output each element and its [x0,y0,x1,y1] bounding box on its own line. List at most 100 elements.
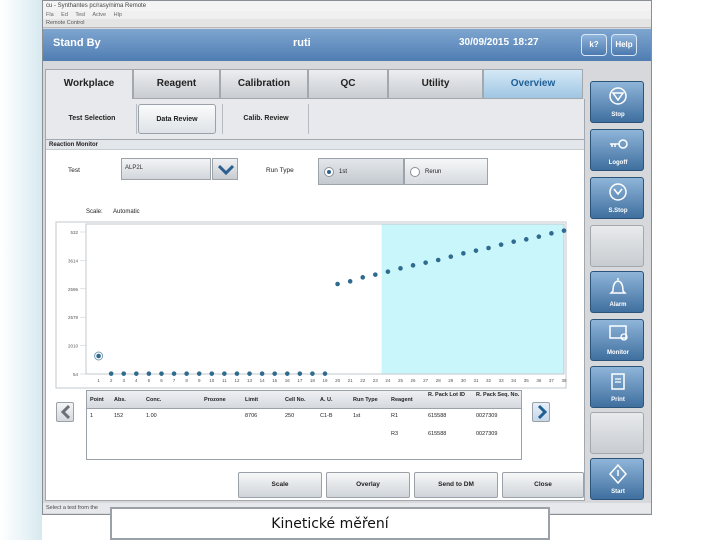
tab-qc[interactable]: QC [308,69,388,99]
data-point [209,371,215,376]
reaction-data-table: Point Abs. Conc. Prozone Limit Cell No. … [86,390,522,460]
col-limit: Limit [245,397,259,403]
data-point [435,257,441,263]
menu-item[interactable]: Fla [46,12,54,18]
reaction-chart: 5323614259625782010541 2 3 4 5 6 7 8 9 10 11 12 13 14… [55,221,567,389]
monitor-label: Monitor [607,350,629,356]
scale-button[interactable]: Scale [238,472,322,498]
time-display: 18:27 [513,37,539,48]
cell-run-type: 1st [353,413,361,419]
x-tick-label: 15 [272,378,278,383]
cell-point: 1 [90,413,94,419]
context-help-button[interactable]: k? [581,34,607,56]
tab-workplace[interactable]: Workplace [45,69,133,101]
y-tick-label: 532 [70,230,78,235]
x-tick-label: 20 [335,378,341,383]
print-button[interactable]: Print [590,366,644,408]
cell-limit: 8706 [245,413,258,419]
data-point [373,272,378,277]
close-button[interactable]: Close [502,472,584,498]
tab-calibration[interactable]: Calibration [220,69,308,99]
y-tick-label: 3614 [68,258,79,263]
window-menu: Fla Ed Tesl Actve Hlp [43,11,651,19]
left-gradient-band [0,0,42,540]
data-point [536,234,542,239]
logoff-button[interactable]: Logoff [590,129,644,171]
data-point [410,263,416,268]
x-tick-label: 26 [411,378,417,383]
sampling-stop-button[interactable]: S.Stop [590,177,644,219]
x-tick-label: 38 [561,378,567,383]
y-tick-label: 54 [73,372,79,377]
data-point [335,281,340,287]
data-point [423,260,428,265]
data-point [121,371,127,376]
menu-item[interactable]: Hlp [114,12,122,18]
window-title: cu - Synthantes pc/rasy/nima Remote [43,1,651,11]
col-rpack-lot: R. Pack Lot ID [428,392,465,398]
send-to-dm-button[interactable]: Send to DM [414,472,498,498]
chart-highlight-window [381,224,564,374]
menu-item[interactable]: Tesl [75,12,85,18]
col-abs: Abs. [114,397,126,403]
x-tick-label: 14 [260,378,266,383]
x-tick-label: 12 [234,378,240,383]
monitor-button[interactable]: Monitor [590,319,644,361]
help-button[interactable]: Help [611,34,637,56]
alarm-button[interactable]: Alarm [590,271,644,313]
tab-overview[interactable]: Overview [483,69,583,99]
start-button[interactable]: Start [590,458,644,500]
monitor-icon [609,325,628,341]
data-point [146,371,152,376]
sampling-stop-label: S.Stop [608,208,628,214]
alarm-label: Alarm [609,302,627,308]
chevron-left-icon [60,404,71,420]
cell-conc: 1.00 [146,413,157,419]
x-tick-label: 21 [348,378,354,383]
overlay-button[interactable]: Overlay [326,472,410,498]
col-prozone: Prozone [204,397,226,403]
table-row[interactable]: 1 152 1.00 8706 250 C1-B 1st R1 615588 0… [87,413,521,425]
x-tick-label: 29 [448,378,454,383]
data-point [549,231,554,236]
col-point: Point [90,397,104,403]
cell-rpack-lot: 615588 [428,413,447,419]
tab-reagent[interactable]: Reagent [133,69,220,99]
x-tick-label: 24 [385,378,391,383]
y-tick-label: 2578 [68,315,79,320]
table-row[interactable]: R3 615588 0027309 [87,431,521,443]
context-help-icon: k? [589,40,599,49]
data-point [184,371,189,376]
date-display: 30/09/2015 [459,37,510,48]
subtab-test-selection[interactable]: Test Selection [52,104,132,134]
next-page-button[interactable] [532,402,550,422]
x-tick-label: 13 [247,378,253,383]
analyzer-status: Stand By [53,37,101,49]
window-subtitle: Remote Control [43,19,651,28]
menu-item[interactable]: Actve [92,12,106,18]
data-point [461,251,466,256]
x-tick-label: 23 [373,378,379,383]
x-tick-label: 16 [285,378,291,383]
cell-reagent: R3 [391,431,399,437]
chevron-right-icon [537,404,548,420]
data-point [398,266,403,271]
previous-page-button[interactable] [56,402,74,422]
data-point [561,228,567,233]
status-header: Stand By ruti 30/09/2015 18:27 k? Help [43,29,651,61]
data-point [385,269,391,274]
data-point [234,371,240,376]
data-point [108,371,114,376]
data-point [96,353,101,359]
x-tick-label: 28 [436,378,442,383]
data-point [222,371,227,376]
slide-caption: Kinetické měření [110,507,550,540]
subtab-data-review[interactable]: Data Review [138,104,216,134]
x-tick-label: 11 [222,378,227,383]
printer-icon [611,373,625,390]
data-point [247,371,252,376]
tab-utility[interactable]: Utility [388,69,483,99]
stop-button[interactable]: Stop [590,81,644,123]
subtab-calib-review[interactable]: Calib. Review [226,104,306,134]
menu-item[interactable]: Ed [61,12,68,18]
